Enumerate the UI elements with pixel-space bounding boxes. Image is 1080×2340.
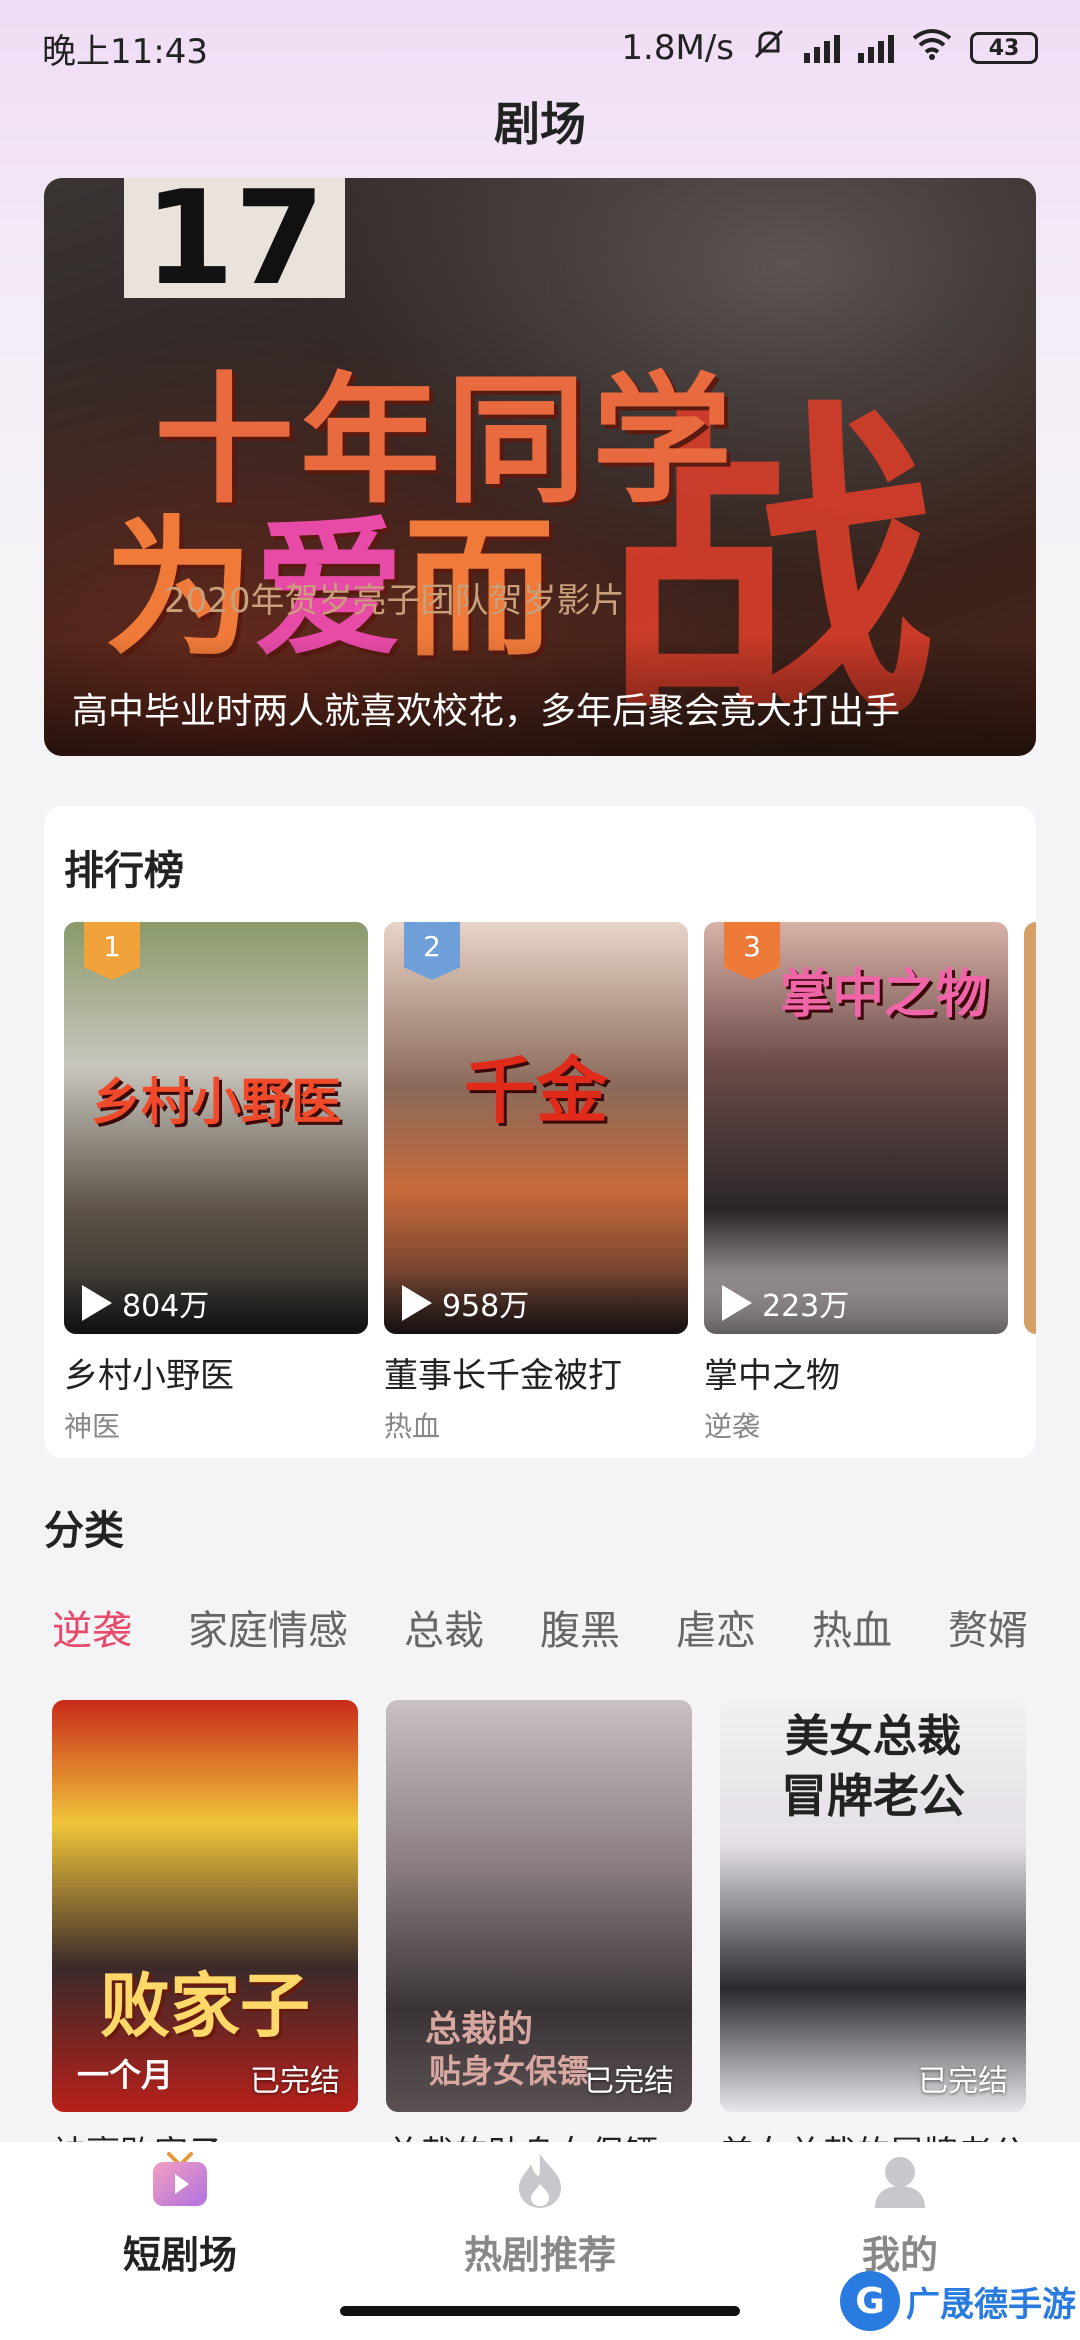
watermark-text: 广晟德手游 (906, 2284, 1076, 2325)
status-badge: 已完结 (584, 2064, 674, 2099)
category-poster: 败家子 一个月 已完结 (52, 1700, 358, 2112)
poster-art-subtext: 冒牌老公 (781, 1769, 965, 1823)
status-badge: 已完结 (918, 2064, 1008, 2099)
drama-name: 掌中之物 (704, 1356, 840, 1396)
wifi-icon (912, 28, 952, 69)
category-item[interactable]: 总裁的 贴身女保镖 已完结 总裁的贴身女保镖 (386, 1700, 692, 2156)
status-icons: 1.8M/s 43 (621, 27, 1038, 70)
nav-item-short-drama[interactable]: 短剧场 (30, 2150, 330, 2340)
status-bar: 晚上11:43 1.8M/s 43 (0, 0, 1080, 96)
category-title: 分类 (44, 1508, 124, 1554)
home-indicator[interactable] (340, 2306, 740, 2316)
poster-art-text: 乡村小野医 (91, 1072, 341, 1131)
category-grid: 败家子 一个月 已完结 神豪败家子 总裁的 贴身女保镖 已完结 总裁的贴身女保镖… (52, 1700, 1026, 2156)
tab-son-in-law[interactable]: 赘婿 (948, 1598, 1028, 1656)
drama-name: 乡村小野医 (64, 1356, 234, 1396)
ranking-card: 排行榜 乡村小野医 1 804万 乡村小野医 神医 千金 2 958万 董事长千… (44, 806, 1036, 1458)
ranking-item-peek[interactable] (1024, 922, 1036, 1334)
tab-tragic-love[interactable]: 虐恋 (676, 1598, 756, 1656)
ranking-poster: 千金 2 958万 (384, 922, 688, 1334)
tab-passion[interactable]: 热血 (812, 1598, 892, 1656)
status-badge: 已完结 (250, 2064, 340, 2099)
status-time: 晚上11:43 (42, 31, 208, 72)
play-icon (82, 1285, 112, 1321)
banner-overlay-number: 17 (124, 178, 345, 303)
category-tabs: 逆袭 家庭情感 总裁 腹黑 虐恋 热血 赘婿 (52, 1598, 1028, 1656)
page-title: 剧场 (494, 97, 586, 151)
view-count: 223万 (762, 1289, 850, 1324)
category-item[interactable]: 美女总裁 冒牌老公 已完结 美女总裁的冒牌老公 (720, 1700, 1026, 2156)
play-count: 804万 (64, 1272, 368, 1334)
category-poster: 总裁的 贴身女保镖 已完结 (386, 1700, 692, 2112)
poster-art-text: 总裁的 (424, 2008, 533, 2050)
ranking-item[interactable]: 掌中之物 3 223万 掌中之物 逆袭 (704, 922, 1008, 1445)
banner-art-subline: 2020年贺岁亮子团队贺岁影片 (164, 581, 625, 621)
flame-icon (519, 2154, 561, 2208)
play-icon (722, 1285, 752, 1321)
poster-art-text: 千金 (463, 1048, 608, 1133)
watermark: G 广晟德手游 (840, 2262, 1080, 2340)
ranking-poster: 乡村小野医 1 804万 (64, 922, 368, 1334)
nav-label: 热剧推荐 (463, 2233, 616, 2277)
signal-icon-2 (858, 33, 894, 63)
ranking-item[interactable]: 千金 2 958万 董事长千金被打 热血 (384, 922, 688, 1445)
network-speed: 1.8M/s (621, 28, 734, 68)
drama-tag: 神医 (64, 1410, 121, 1443)
tv-play-icon (153, 2152, 207, 2206)
tab-scheming[interactable]: 腹黑 (540, 1598, 620, 1656)
play-icon (402, 1285, 432, 1321)
poster-art-subtext: 一个月 (76, 2056, 173, 2094)
tab-nixi[interactable]: 逆袭 (52, 1598, 132, 1656)
nav-label: 短剧场 (122, 2233, 237, 2277)
ranking-item[interactable]: 乡村小野医 1 804万 乡村小野医 神医 (64, 922, 368, 1445)
drama-name: 董事长千金被打 (384, 1356, 622, 1396)
battery-icon: 43 (970, 32, 1038, 64)
watermark-logo-icon: G (840, 2271, 900, 2331)
featured-banner[interactable]: 17 战 十年同学 为爱而 2020年贺岁亮子团队贺岁影片 高中毕业时两人就喜欢… (44, 178, 1036, 756)
banner-caption: 高中毕业时两人就喜欢校花，多年后聚会竟大打出手 (44, 636, 1036, 756)
rank-badge: 2 (404, 922, 460, 980)
category-item[interactable]: 败家子 一个月 已完结 神豪败家子 (52, 1700, 358, 2156)
ranking-poster: 掌中之物 3 223万 (704, 922, 1008, 1334)
play-count: 958万 (384, 1272, 688, 1334)
user-icon (875, 2157, 925, 2208)
mute-icon (752, 27, 786, 70)
view-count: 804万 (122, 1289, 210, 1324)
tab-family[interactable]: 家庭情感 (188, 1598, 348, 1656)
signal-icon-1 (804, 33, 840, 63)
drama-tag: 逆袭 (704, 1410, 761, 1443)
category-tabs-scroller: 逆袭 家庭情感 总裁 腹黑 虐恋 热血 赘婿 (0, 1590, 1050, 1660)
play-count: 223万 (704, 1272, 1008, 1334)
poster-art-text: 美女总裁 (785, 1711, 961, 1762)
view-count: 958万 (442, 1289, 530, 1324)
ranking-title: 排行榜 (64, 848, 184, 894)
tab-ceo[interactable]: 总裁 (404, 1598, 484, 1656)
ranking-list: 乡村小野医 1 804万 乡村小野医 神医 千金 2 958万 董事长千金被打 … (64, 922, 1036, 1445)
rank-badge: 1 (84, 922, 140, 980)
category-poster: 美女总裁 冒牌老公 已完结 (720, 1700, 1026, 2112)
poster-art-text: 败家子 (100, 1964, 310, 2047)
drama-tag: 热血 (384, 1410, 441, 1443)
